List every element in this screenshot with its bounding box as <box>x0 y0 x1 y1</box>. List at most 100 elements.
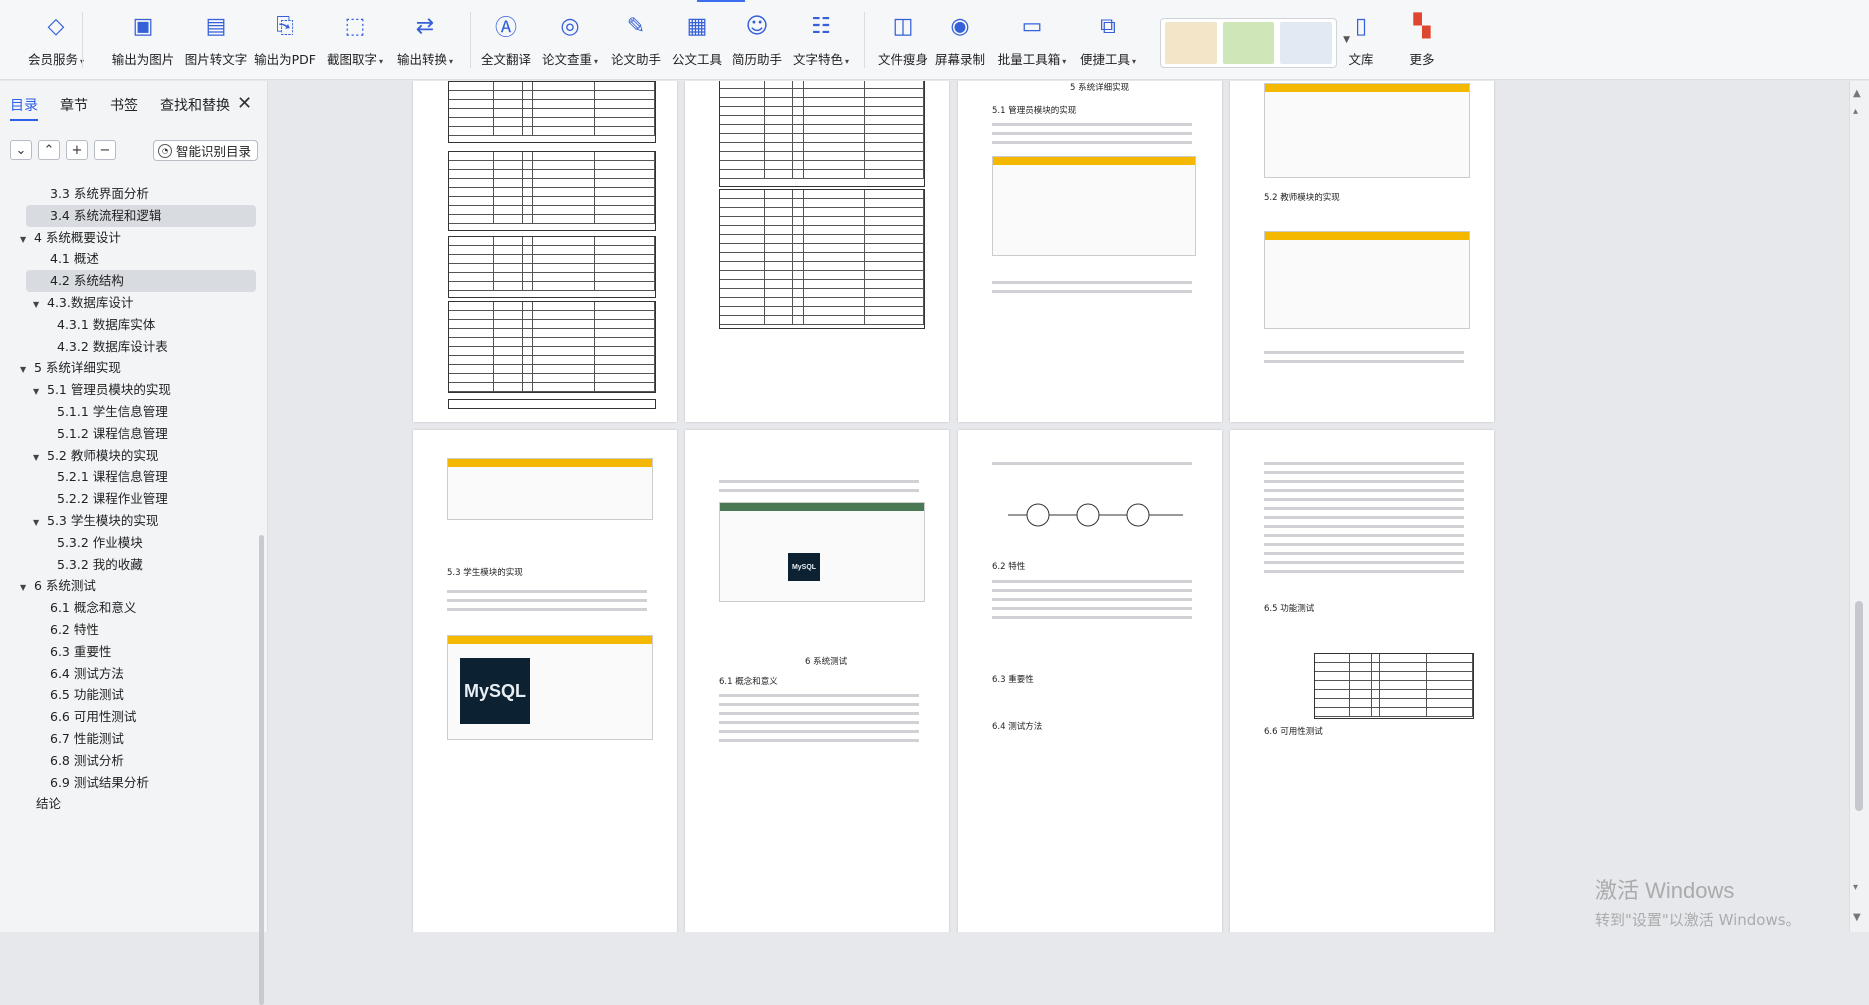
toc-item[interactable]: 5.3.2 作业模块 <box>0 532 250 554</box>
smart-toc-button[interactable]: ◔ 智能识别目录 <box>153 140 259 161</box>
tab-find-replace[interactable]: 查找和替换 <box>160 95 230 121</box>
ribbon-button-resume[interactable]: ☺ 简历助手 <box>722 12 792 72</box>
chevron-down-icon[interactable]: ▾ <box>449 57 453 66</box>
ribbon-button-batch-toolbox[interactable]: ▭ 批量工具箱 ▾ <box>997 12 1067 72</box>
chevron-down-icon[interactable]: ▼ <box>20 359 34 381</box>
toc-item[interactable]: 结论 <box>0 793 250 815</box>
chevron-down-icon[interactable]: ▼ <box>1343 35 1350 45</box>
scroll-down-icon[interactable]: ▼ <box>1853 911 1861 925</box>
screenshot-image <box>1264 83 1470 178</box>
remove-heading-button[interactable]: − <box>94 140 116 160</box>
page-thumbnail[interactable]: MySQL 6 系统测试 6.1 概念和意义 <box>685 430 949 932</box>
template-thumb[interactable] <box>1280 22 1333 64</box>
toc-item-label: 5.2 教师模块的实现 <box>47 447 159 463</box>
ribbon-button-plagiarism-check[interactable]: ◎ 论文查重 ▾ <box>535 12 605 72</box>
chevron-down-icon[interactable]: ▼ <box>20 577 34 599</box>
ribbon-button-paper-assistant[interactable]: ✎ 论文助手 <box>601 12 671 72</box>
toc-item-label: 6.5 功能测试 <box>50 687 124 703</box>
toc-item[interactable]: 4.1 概述 <box>0 248 250 270</box>
toc-tools: ⌄ ⌃ + − <box>10 140 116 160</box>
chevron-down-icon[interactable]: ▼ <box>33 381 47 403</box>
ribbon-button-screen-record[interactable]: ◉ 屏幕录制 <box>925 12 995 72</box>
mysql-logo-image: MySQL <box>460 658 530 724</box>
tab-bookmarks[interactable]: 书签 <box>110 95 138 121</box>
chevron-down-icon[interactable]: ▼ <box>33 294 47 316</box>
chevron-down-icon[interactable]: ▾ <box>845 57 849 66</box>
tab-chapters[interactable]: 章节 <box>60 95 88 121</box>
toc-item[interactable]: 4.3.2 数据库设计表 <box>0 336 250 358</box>
document-canvas[interactable]: 5 系统详细实现 5.1 管理员模块的实现 5.2 教师模块的实现 5.3 学生… <box>269 81 1849 932</box>
toc-item[interactable]: 6.3 重要性 <box>0 641 250 663</box>
add-heading-button[interactable]: + <box>66 140 88 160</box>
toc-item[interactable]: 5.2.2 课程作业管理 <box>0 488 250 510</box>
tab-toc[interactable]: 目录 <box>10 95 38 121</box>
toc-item[interactable]: 5.2.1 课程信息管理 <box>0 466 250 488</box>
page-subheading: 6.4 测试方法 <box>992 722 1043 732</box>
ribbon-button-screenshot-ocr[interactable]: ⬚ 截图取字 ▾ <box>320 12 390 72</box>
chevron-down-icon[interactable]: ▾ <box>1132 57 1136 66</box>
chevron-down-icon[interactable]: ▼ <box>20 229 34 251</box>
page-thumbnail[interactable]: 6.2 特性 6.3 重要性 6.4 测试方法 <box>958 430 1222 932</box>
toc-item[interactable]: 6.7 性能测试 <box>0 728 250 750</box>
toc-item[interactable]: ▼ 4.3.数据库设计 <box>0 292 250 314</box>
chevron-down-icon[interactable]: ▾ <box>594 57 598 66</box>
ribbon-button-member-diamond[interactable]: ◇会员服务▾ <box>21 12 91 72</box>
ribbon-button-translate[interactable]: Ⓐ 全文翻译 <box>471 12 541 72</box>
toc-item[interactable]: ▼ 6 系统测试 <box>0 575 250 597</box>
vertical-scrollbar[interactable]: ▲ ▴ ▾ ▼ <box>1849 81 1869 932</box>
chevron-down-icon[interactable]: ▼ <box>33 512 47 534</box>
ribbon-button-more-apps[interactable]: ▚ 更多 <box>1387 12 1457 72</box>
page-thumbnail[interactable]: 5 系统详细实现 5.1 管理员模块的实现 <box>958 81 1222 422</box>
page-thumbnail[interactable] <box>413 81 677 422</box>
page-thumbnail[interactable] <box>685 81 949 422</box>
ribbon-button-output-convert[interactable]: ⇄ 输出转换 ▾ <box>390 12 460 72</box>
scroll-thumb[interactable] <box>1855 601 1863 811</box>
ribbon-button-image-to-text[interactable]: ▤ 图片转文字 <box>181 12 251 72</box>
chevron-down-icon[interactable]: ▾ <box>1062 57 1066 66</box>
chevron-down-icon[interactable]: ▼ <box>33 447 47 469</box>
page-thumbnail[interactable]: 6.5 功能测试 6.6 可用性测试 <box>1230 430 1494 932</box>
toc-item-label: 5.1.1 学生信息管理 <box>57 404 168 419</box>
toc-item[interactable]: 4.2 系统结构 <box>26 270 256 293</box>
chevron-down-icon[interactable]: ▾ <box>379 57 383 66</box>
toc-item[interactable]: 6.2 特性 <box>0 619 250 641</box>
ribbon-button-export-image[interactable]: ▣ 输出为图片 <box>108 12 178 72</box>
toc-item[interactable]: 5.1.2 课程信息管理 <box>0 423 250 445</box>
scroll-step-icon[interactable]: ▴ <box>1853 105 1858 119</box>
ribbon-button-text-feature[interactable]: ☷ 文字特色 ▾ <box>786 12 856 72</box>
toc-item[interactable]: 5.3.2 我的收藏 <box>0 554 250 576</box>
toc-item[interactable]: 6.4 测试方法 <box>0 663 250 685</box>
toc-item[interactable]: 3.3 系统界面分析 <box>0 183 250 205</box>
toc-item[interactable]: ▼ 5 系统详细实现 <box>0 357 250 379</box>
collapse-all-button[interactable]: ⌄ <box>10 140 32 160</box>
scroll-step-down-icon[interactable]: ▾ <box>1853 881 1858 895</box>
template-gallery[interactable]: ▼ <box>1160 18 1350 68</box>
page-thumbnail[interactable]: 5.2 教师模块的实现 <box>1230 81 1494 422</box>
toc-scrollbar[interactable] <box>259 535 264 1005</box>
toc-item[interactable]: 4.3.1 数据库实体 <box>0 314 250 336</box>
toc-item[interactable]: ▼ 5.1 管理员模块的实现 <box>0 379 250 401</box>
toc-item-label: 5 系统详细实现 <box>34 360 121 376</box>
toc-item[interactable]: 6.1 概念和意义 <box>0 597 250 619</box>
toc-item[interactable]: 6.6 可用性测试 <box>0 706 250 728</box>
expand-up-button[interactable]: ⌃ <box>38 140 60 160</box>
toc-item[interactable]: 6.9 测试结果分析 <box>0 772 250 794</box>
toc-item[interactable]: ▼ 4 系统概要设计 <box>0 227 250 249</box>
ribbon-button-handy-tools[interactable]: ⧉ 便捷工具 ▾ <box>1073 12 1143 72</box>
template-thumb[interactable] <box>1165 22 1217 64</box>
toc-item[interactable]: 3.4 系统流程和逻辑 <box>26 204 256 227</box>
ribbon-button-label: 公文工具 <box>671 52 722 67</box>
ribbon-button-export-pdf[interactable]: ⎘ 输出为PDF <box>250 12 320 72</box>
ribbon-button-label: 论文助手 <box>610 52 661 67</box>
toc-item[interactable]: 6.5 功能测试 <box>0 684 250 706</box>
toc-item[interactable]: 6.8 测试分析 <box>0 750 250 772</box>
ribbon-toolbar: ◇会员服务▾ ▣输出为图片▤图片转文字⎘输出为PDF⬚截图取字▾⇄输出转换▾Ⓐ全文… <box>0 0 1869 80</box>
toc-item[interactable]: ▼ 5.2 教师模块的实现 <box>0 445 250 467</box>
scroll-up-icon[interactable]: ▲ <box>1853 87 1861 101</box>
screenshot-image <box>1264 231 1470 329</box>
toc-item[interactable]: 5.1.1 学生信息管理 <box>0 401 250 423</box>
close-icon[interactable]: ✕ <box>237 93 252 114</box>
toc-item[interactable]: ▼ 5.3 学生模块的实现 <box>0 510 250 532</box>
template-thumb[interactable] <box>1222 22 1275 64</box>
page-thumbnail[interactable]: 5.3 学生模块的实现 MySQL <box>413 430 677 932</box>
